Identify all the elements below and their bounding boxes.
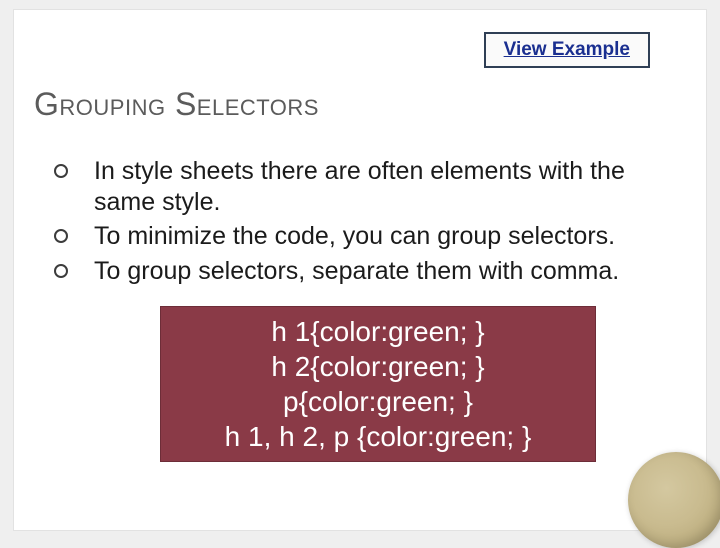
bullet-text: In style sheets there are often elements…: [94, 156, 664, 217]
code-line: p{color:green; }: [283, 384, 473, 419]
bullet-text: To minimize the code, you can group sele…: [94, 221, 615, 252]
page-title: Grouping Selectors: [34, 86, 319, 123]
list-item: To minimize the code, you can group sele…: [54, 221, 664, 252]
decorative-circle-icon: [628, 452, 720, 548]
code-line: h 2{color:green; }: [271, 349, 484, 384]
list-item: In style sheets there are often elements…: [54, 156, 664, 217]
code-line: h 1{color:green; }: [271, 314, 484, 349]
bullet-icon: [54, 164, 68, 178]
bullet-icon: [54, 229, 68, 243]
code-line: h 1, h 2, p {color:green; }: [225, 419, 532, 454]
view-example-link-text: View Example: [504, 39, 630, 60]
list-item: To group selectors, separate them with c…: [54, 256, 664, 287]
bullet-text: To group selectors, separate them with c…: [94, 256, 619, 287]
bullet-icon: [54, 264, 68, 278]
slide: View Example Grouping Selectors In style…: [14, 10, 706, 530]
view-example-button[interactable]: View Example: [484, 32, 650, 68]
code-block: h 1{color:green; } h 2{color:green; } p{…: [160, 306, 596, 462]
bullet-list: In style sheets there are often elements…: [54, 156, 664, 290]
